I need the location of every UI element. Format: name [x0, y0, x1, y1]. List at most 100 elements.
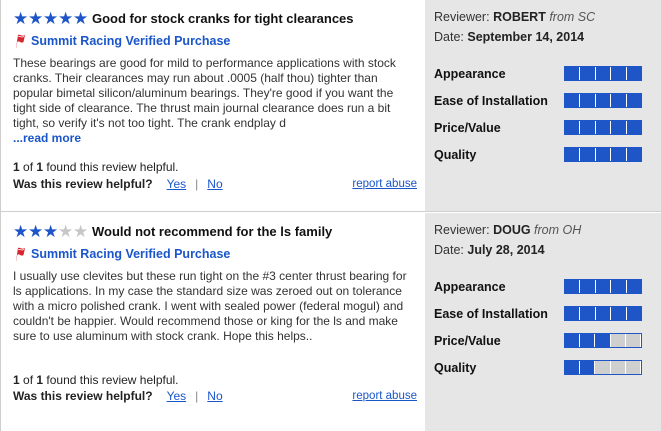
- rating-segment: [611, 280, 627, 293]
- reviewer-location: from SC: [549, 10, 596, 24]
- verified-purchase: Summit Racing Verified Purchase: [13, 33, 415, 49]
- rating-row-price-value: Price/Value: [434, 114, 661, 141]
- rating-segment: [565, 67, 581, 80]
- star-icon: ★: [43, 221, 59, 241]
- review-body-text: These bearings are good for mild to perf…: [13, 56, 396, 130]
- summit-flag-icon: [16, 247, 25, 261]
- review-title: Would not recommend for the ls family: [92, 223, 333, 239]
- report-abuse-link[interactable]: report abuse: [352, 390, 417, 402]
- reviewer-line: Reviewer: ROBERT from SC: [434, 10, 661, 28]
- rating-row-appearance: Appearance: [434, 273, 661, 300]
- reviewer-label: Reviewer:: [434, 223, 490, 237]
- reviewer-line: Reviewer: DOUG from OH: [434, 223, 661, 241]
- star-icon: ★: [43, 8, 59, 28]
- rating-segment: [595, 361, 611, 374]
- rating-segment: [595, 307, 612, 320]
- review-content: ★ ★ ★ ★ ★ Good for stock cranks for tight cl…: [1, 0, 425, 211]
- review-date: July 28, 2014: [467, 243, 545, 257]
- rating-segment: [580, 94, 596, 107]
- rating-segment: [580, 121, 596, 134]
- helpful-total-value: 1: [36, 373, 44, 387]
- review-sidebar: Reviewer: ROBERT from SC Date: September…: [425, 0, 661, 211]
- rating-segment: [595, 121, 612, 134]
- read-more-link[interactable]: ...read more: [13, 131, 81, 145]
- rating-segment: [626, 121, 642, 134]
- review-content: ★ ★ ★ ★ ★ Would not recommend for the ls fam…: [1, 213, 425, 431]
- rating-segment: [625, 361, 642, 374]
- rating-bar: [564, 306, 642, 321]
- rating-breakdown: Appearance Ease of Installation Price/Va…: [434, 273, 661, 381]
- helpful-vote-row: Was this review helpful? Yes | No report…: [13, 177, 417, 191]
- rating-label: Quality: [434, 360, 477, 375]
- rating-segment: [595, 280, 612, 293]
- rating-segment: [565, 361, 581, 374]
- rating-bar: [564, 147, 642, 162]
- verified-purchase: Summit Racing Verified Purchase: [13, 246, 415, 262]
- reviewer-label: Reviewer:: [434, 10, 490, 24]
- vote-yes-link[interactable]: Yes: [167, 177, 187, 191]
- rating-row-ease-of-installation: Ease of Installation: [434, 87, 661, 114]
- vote-separator: |: [195, 177, 199, 191]
- helpful-vote-row: Was this review helpful? Yes | No report…: [13, 389, 417, 403]
- rating-segment: [611, 94, 627, 107]
- rating-bar: [564, 120, 642, 135]
- star-rating: ★ ★ ★ ★ ★: [13, 10, 88, 27]
- vote-separator: |: [195, 389, 199, 403]
- helpful-of: of: [23, 160, 34, 174]
- rating-segment: [610, 334, 626, 347]
- rating-bar: [564, 360, 642, 375]
- rating-segment: [611, 307, 627, 320]
- helpful-of: of: [23, 373, 34, 387]
- star-icon: ★: [73, 221, 89, 241]
- reviewer-name: ROBERT: [493, 10, 546, 24]
- rating-segment: [565, 334, 581, 347]
- star-icon: ★: [73, 8, 89, 28]
- helpful-question: Was this review helpful?: [13, 389, 153, 403]
- star-icon: ★: [28, 221, 44, 241]
- report-abuse-link[interactable]: report abuse: [352, 178, 417, 190]
- review-item: ★ ★ ★ ★ ★ Good for stock cranks for tight cl…: [1, 0, 661, 212]
- rating-segment: [565, 280, 581, 293]
- rating-segment: [565, 148, 581, 161]
- rating-label: Price/Value: [434, 333, 501, 348]
- rating-row-ease-of-installation: Ease of Installation: [434, 300, 661, 327]
- rating-label: Ease of Installation: [434, 93, 548, 108]
- rating-segment: [565, 121, 581, 134]
- review-header: ★ ★ ★ ★ ★ Good for stock cranks for tight cl…: [13, 9, 415, 27]
- rating-label: Quality: [434, 147, 477, 162]
- review-date: September 14, 2014: [467, 30, 585, 44]
- verified-label: Summit Racing Verified Purchase: [31, 247, 231, 261]
- rating-segment: [595, 67, 612, 80]
- star-icon: ★: [13, 8, 29, 28]
- date-label: Date:: [434, 30, 464, 44]
- helpful-count-value: 1: [13, 373, 20, 387]
- rating-segment: [611, 67, 627, 80]
- rating-label: Appearance: [434, 279, 506, 294]
- star-icon: ★: [28, 8, 44, 28]
- review-date-line: Date: September 14, 2014: [434, 30, 661, 48]
- helpful-count-value: 1: [13, 160, 20, 174]
- helpful-question: Was this review helpful?: [13, 177, 153, 191]
- vote-yes-link[interactable]: Yes: [167, 389, 187, 403]
- star-icon: ★: [13, 221, 29, 241]
- rating-segment: [580, 361, 596, 374]
- rating-segment: [626, 280, 642, 293]
- rating-label: Price/Value: [434, 120, 501, 135]
- rating-row-price-value: Price/Value: [434, 327, 661, 354]
- star-icon: ★: [58, 8, 74, 28]
- star-rating: ★ ★ ★ ★ ★: [13, 223, 88, 240]
- rating-segment: [626, 94, 642, 107]
- vote-no-link[interactable]: No: [207, 177, 222, 191]
- rating-segment: [626, 67, 642, 80]
- helpful-count: 1 of 1 found this review helpful.: [13, 160, 179, 174]
- reviewer-location: from OH: [534, 223, 582, 237]
- rating-bar: [564, 93, 642, 108]
- rating-breakdown: Appearance Ease of Installation Price/Va…: [434, 60, 661, 168]
- rating-segment: [580, 148, 596, 161]
- vote-no-link[interactable]: No: [207, 389, 222, 403]
- rating-label: Ease of Installation: [434, 306, 548, 321]
- rating-row-quality: Quality: [434, 354, 661, 381]
- rating-segment: [610, 361, 626, 374]
- rating-segment: [611, 121, 627, 134]
- date-label: Date:: [434, 243, 464, 257]
